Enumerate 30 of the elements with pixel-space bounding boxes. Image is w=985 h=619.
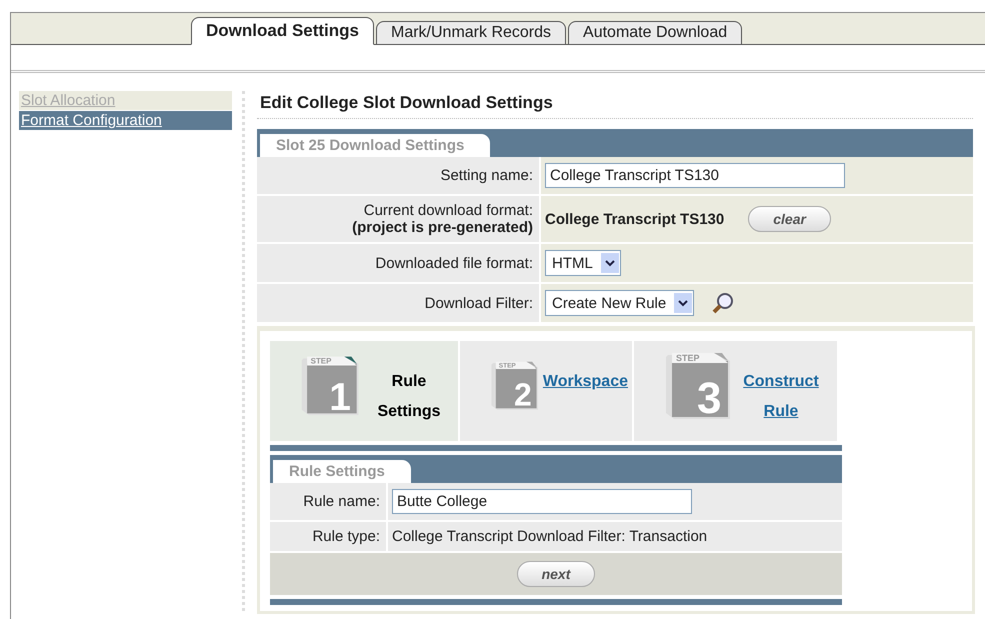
step-link[interactable]: Workspace	[542, 367, 628, 397]
chevron-down-icon	[678, 300, 688, 306]
step-link[interactable]: Construct Rule	[736, 367, 826, 427]
text-field[interactable]: Butte College	[392, 489, 692, 514]
text-field[interactable]: College Transcript TS130	[545, 163, 845, 188]
dropdown[interactable]: Create New Rule	[545, 290, 694, 316]
step-card[interactable]: STEP 1 Rule Settings	[270, 341, 460, 441]
field-label: Download Filter:	[424, 294, 533, 312]
sidebar-link[interactable]: Format Configuration	[19, 111, 232, 130]
step-link[interactable]: Rule Settings	[364, 367, 454, 427]
next-button[interactable]: next	[516, 561, 596, 587]
tab[interactable]: Automate Download	[568, 21, 742, 44]
field-label: Rule name:	[303, 493, 380, 510]
tab[interactable]: Download Settings	[191, 17, 374, 45]
rule-type-value: College Transcript Download Filter: Transaction	[392, 528, 708, 545]
field-label: Rule type:	[312, 528, 380, 545]
format-value: College Transcript TS130	[545, 210, 724, 228]
page-title: Edit College Slot Download Settings	[257, 91, 973, 119]
step-card[interactable]: STEP 3 Construct Rule	[634, 341, 839, 441]
field-label: Current download format:	[364, 202, 533, 219]
field-label: Downloaded file format:	[375, 254, 533, 272]
field-label: Setting name:	[440, 167, 533, 184]
chevron-down-icon	[604, 260, 615, 266]
panel-title: Rule Settings	[272, 459, 412, 483]
panel-title: Slot 25 Download Settings	[259, 133, 492, 157]
dropdown[interactable]: HTML	[545, 250, 621, 276]
field-note: (project is pre-generated)	[352, 219, 533, 236]
magnifier-icon[interactable]	[712, 292, 734, 314]
tab[interactable]: Mark/Unmark Records	[376, 21, 566, 44]
clear-button[interactable]: clear	[748, 206, 831, 232]
